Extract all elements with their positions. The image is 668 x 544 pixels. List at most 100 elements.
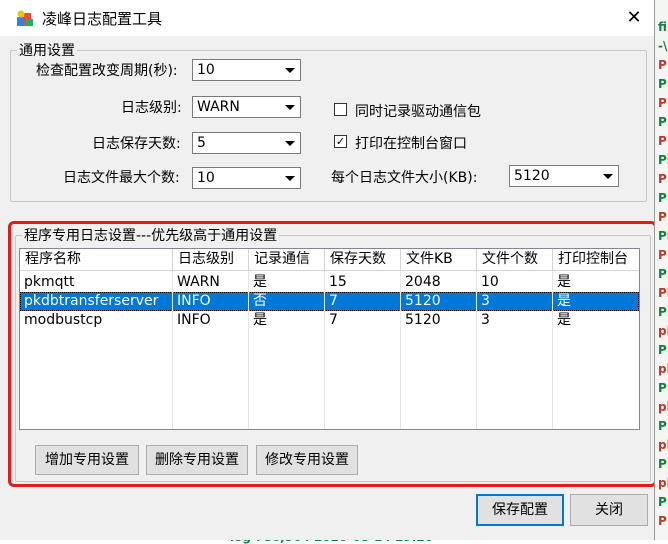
modify-setting-button[interactable]: 修改专用设置	[256, 445, 358, 475]
background-text-fragment: P	[658, 248, 667, 262]
chevron-down-icon[interactable]	[281, 169, 299, 187]
keep-days-label: 日志保存天数:	[92, 136, 181, 152]
background-text-fragment: P	[658, 495, 667, 509]
table-cell: 是	[253, 312, 267, 328]
table-cell: 是	[557, 312, 571, 328]
table-row[interactable]: modbustcp INFO 是 7 5120 3 是	[20, 311, 639, 330]
table-cell: pkdbtransferserver	[24, 293, 159, 309]
background-text-fragment: P	[658, 343, 667, 357]
check-period-select[interactable]: 10	[192, 59, 301, 81]
column-header[interactable]: 文件KB	[401, 249, 477, 271]
max-files-value: 10	[197, 170, 215, 186]
background-text-fragment: P	[658, 191, 667, 205]
table-row[interactable]: pkmqtt WARN 是 15 2048 10 是	[20, 273, 639, 292]
background-text-fragment: -\	[658, 39, 668, 53]
table-cell: WARN	[177, 274, 220, 290]
check-period-label: 检查配置改变周期(秒):	[36, 63, 178, 79]
background-text-fragment: P	[658, 457, 667, 471]
background-text-fragment: P	[658, 305, 667, 319]
background-text-fragment: Pl	[658, 229, 668, 243]
table-cell: 7	[329, 293, 338, 309]
column-header[interactable]: 日志级别	[173, 249, 249, 271]
chevron-down-icon[interactable]	[281, 61, 299, 79]
program-settings-legend: 程序专用日志设置---优先级高于通用设置	[24, 228, 278, 244]
background-text-fragment: pl	[658, 476, 668, 490]
grid-line	[324, 271, 325, 429]
config-dialog: 凌峰日志配置工具 ✕ 通用设置 检查配置改变周期(秒): 10 日志级别: WA…	[0, 0, 655, 540]
column-header[interactable]: 保存天数	[325, 249, 401, 271]
max-files-label: 日志文件最大个数:	[63, 170, 180, 186]
log-level-label: 日志级别:	[121, 100, 182, 116]
record-driver-checkbox[interactable]	[334, 103, 347, 116]
window-title: 凌峰日志配置工具	[42, 10, 163, 28]
table-cell: 10	[481, 274, 499, 290]
max-files-select[interactable]: 10	[192, 167, 301, 189]
background-text-fragment: P	[658, 267, 667, 281]
table-cell: 15	[329, 274, 347, 290]
table-cell: 是	[557, 293, 571, 309]
column-header[interactable]: 文件个数	[477, 249, 553, 271]
background-text-fragment: Pi	[658, 153, 668, 167]
grid-line	[248, 271, 249, 429]
log-level-value: WARN	[197, 99, 240, 115]
column-header[interactable]: 记录通信	[249, 249, 325, 271]
chevron-down-icon[interactable]	[281, 134, 299, 152]
file-size-value: 5120	[514, 168, 550, 184]
table-cell: 5120	[405, 293, 441, 309]
program-settings-table[interactable]: 程序名称 日志级别 记录通信 保存天数 文件KB 文件个数 打印控制台 pkmq…	[19, 248, 640, 430]
chevron-down-icon[interactable]	[599, 167, 617, 185]
background-text-fragment: pl	[658, 400, 668, 414]
background-window-strip: fi-\PPPPPPiPPPPlPPPlPplPplPplPplPplPP	[654, 0, 668, 540]
table-cell: 否	[253, 293, 267, 309]
close-window-button[interactable]: ✕	[620, 5, 648, 31]
column-header[interactable]: 打印控制台	[553, 249, 639, 271]
table-cell: pkmqtt	[24, 274, 75, 290]
table-cell: 3	[481, 312, 490, 328]
background-text-fragment: pl	[658, 438, 668, 452]
check-period-value: 10	[197, 62, 215, 78]
background-text-fragment: P	[658, 58, 667, 72]
table-cell: 5120	[405, 312, 441, 328]
background-text-fragment: P	[658, 419, 667, 433]
grid-line	[172, 271, 173, 429]
title-bar[interactable]: 凌峰日志配置工具 ✕	[0, 0, 654, 36]
keep-days-select[interactable]: 5	[192, 132, 301, 154]
table-cell: 3	[481, 293, 490, 309]
background-text-fragment: P	[658, 77, 667, 91]
app-icon	[17, 10, 33, 26]
background-text-fragment: P	[658, 134, 667, 148]
table-cell: 是	[557, 274, 571, 290]
table-cell: 7	[329, 312, 338, 328]
column-header[interactable]: 程序名称	[20, 249, 173, 271]
background-text-fragment: P	[658, 514, 667, 528]
background-text-fragment: P	[658, 381, 667, 395]
print-console-label: 打印在控制台窗口	[355, 136, 467, 152]
background-text-fragment: pl	[658, 324, 668, 338]
table-row-selected[interactable]: pkdbtransferserver INFO 否 7 5120 3 是	[20, 292, 639, 311]
print-console-checkbox[interactable]: ✓	[334, 135, 347, 148]
delete-setting-button[interactable]: 删除专用设置	[146, 445, 248, 475]
record-driver-label: 同时记录驱动通信包	[355, 104, 481, 120]
table-cell: modbustcp	[24, 312, 103, 328]
background-text-fragment: P	[658, 115, 667, 129]
general-settings-legend: 通用设置	[19, 43, 75, 59]
background-text-fragment: pl	[658, 362, 668, 376]
close-button[interactable]: 关闭	[570, 494, 648, 526]
background-text-fragment: fi	[658, 20, 667, 34]
save-config-button[interactable]: 保存配置	[476, 494, 564, 526]
log-level-select[interactable]: WARN	[192, 96, 301, 118]
file-size-label: 每个日志文件大小(KB):	[331, 170, 478, 186]
table-cell: 是	[253, 274, 267, 290]
background-text-fragment: P	[658, 96, 667, 110]
background-text-fragment: P	[658, 210, 667, 224]
chevron-down-icon[interactable]	[281, 98, 299, 116]
file-size-select[interactable]: 5120	[509, 165, 619, 187]
grid-line	[552, 271, 553, 429]
table-cell: INFO	[177, 312, 211, 328]
table-cell: 2048	[405, 274, 441, 290]
table-cell: INFO	[177, 293, 211, 309]
background-text-fragment: Pl	[658, 286, 668, 300]
keep-days-value: 5	[197, 135, 206, 151]
add-setting-button[interactable]: 增加专用设置	[35, 445, 139, 475]
grid-line	[400, 271, 401, 429]
